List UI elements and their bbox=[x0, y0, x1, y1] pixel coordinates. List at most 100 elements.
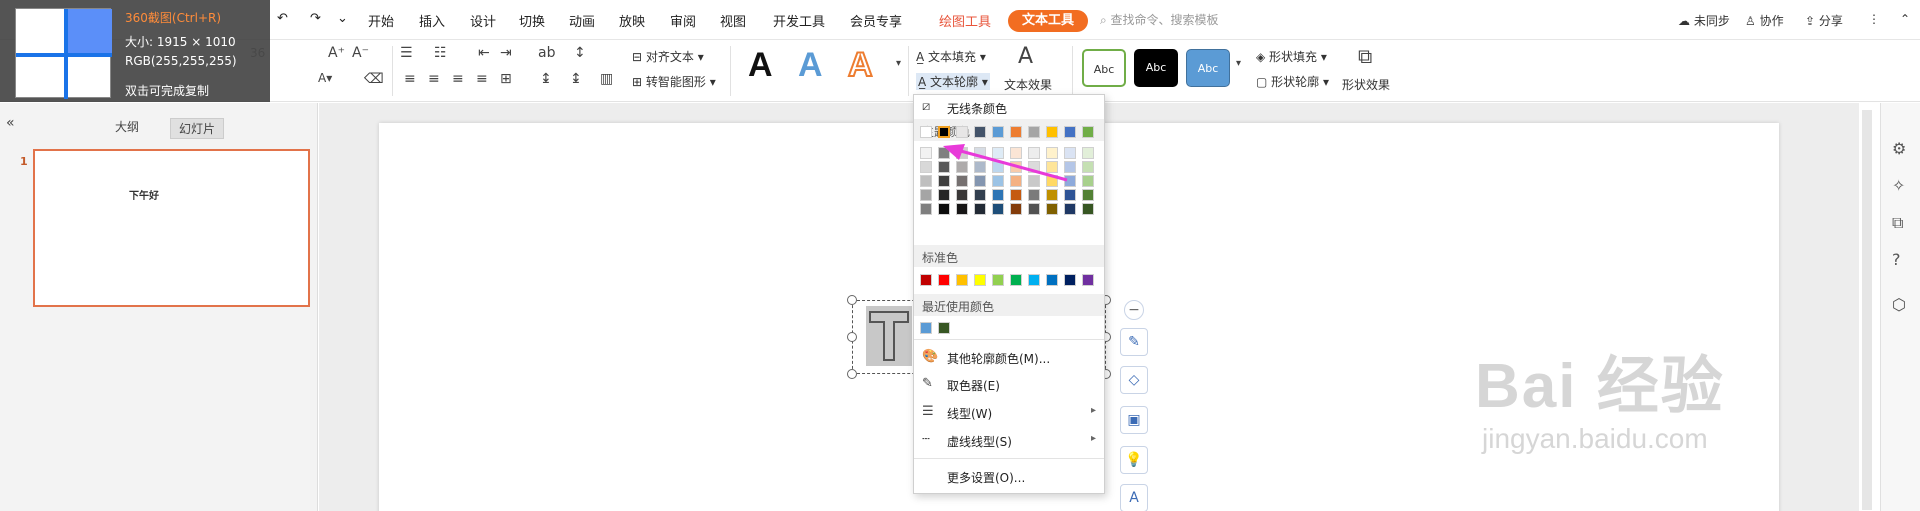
text-box-icon[interactable]: A bbox=[1120, 484, 1148, 511]
redo-icon[interactable]: ↷ bbox=[310, 11, 321, 26]
paragraph-spacing-icon[interactable]: ↨ bbox=[570, 71, 582, 87]
numbered-list-icon[interactable]: ☷ bbox=[434, 45, 447, 61]
standard-color-swatch[interactable] bbox=[1028, 274, 1040, 286]
theme-shade-swatch[interactable] bbox=[956, 203, 968, 215]
standard-color-swatch[interactable] bbox=[992, 274, 1004, 286]
theme-shade-swatch[interactable] bbox=[938, 203, 950, 215]
theme-shade-swatch[interactable] bbox=[920, 189, 932, 201]
theme-color-swatch[interactable] bbox=[974, 126, 986, 138]
sync-status[interactable]: ☁ 未同步 bbox=[1678, 12, 1730, 29]
font-color-icon[interactable]: A▾ bbox=[318, 71, 332, 85]
justify-icon[interactable]: ≡ bbox=[476, 71, 488, 87]
line-spacing-icon[interactable]: ↨ bbox=[540, 71, 552, 87]
theme-color-swatch[interactable] bbox=[1046, 126, 1058, 138]
theme-color-swatch[interactable] bbox=[938, 126, 950, 138]
help-icon[interactable]: ? bbox=[1892, 250, 1901, 269]
shrink-font-icon[interactable]: A⁻ bbox=[352, 45, 369, 61]
text-direction-icon[interactable]: ↕ bbox=[574, 45, 586, 61]
tab-insert[interactable]: 插入 bbox=[419, 11, 445, 30]
cube-icon[interactable]: ⬡ bbox=[1892, 295, 1906, 314]
tab-member[interactable]: 会员专享 bbox=[850, 11, 902, 30]
smart-shape-button[interactable]: ⊞ 转智能图形 ▾ bbox=[632, 73, 716, 90]
more-settings-option[interactable]: 更多设置(O)... bbox=[914, 464, 1104, 490]
resize-handle-nw[interactable] bbox=[847, 295, 857, 305]
collapse-ribbon-icon[interactable]: ⌃ bbox=[1900, 12, 1910, 26]
theme-shade-swatch[interactable] bbox=[1064, 203, 1076, 215]
theme-color-swatch[interactable] bbox=[1082, 126, 1094, 138]
text-style-more-icon[interactable]: ▾ bbox=[896, 58, 901, 69]
align-right-icon[interactable]: ≡ bbox=[452, 71, 464, 87]
tab-review[interactable]: 审阅 bbox=[670, 11, 696, 30]
theme-color-swatch[interactable] bbox=[1010, 126, 1022, 138]
undo-icon[interactable]: ↶ bbox=[277, 11, 288, 26]
text-effect-button[interactable]: 文本效果 bbox=[1004, 76, 1052, 93]
theme-shade-swatch[interactable] bbox=[974, 203, 986, 215]
text-style-orange-outline[interactable]: A bbox=[847, 45, 874, 85]
theme-color-swatch[interactable] bbox=[992, 126, 1004, 138]
more-outline-colors-option[interactable]: 🎨 其他轮廓颜色(M)... bbox=[914, 345, 1104, 371]
column-icon[interactable]: ▥ bbox=[600, 71, 613, 87]
decrease-indent-icon[interactable]: ⇤ bbox=[478, 45, 490, 61]
theme-shade-swatch[interactable] bbox=[956, 189, 968, 201]
standard-color-swatch[interactable] bbox=[1046, 274, 1058, 286]
shape-effect-button[interactable]: 形状效果 bbox=[1342, 76, 1390, 93]
share-button[interactable]: ⇪ 分享 bbox=[1805, 12, 1843, 29]
theme-shade-swatch[interactable] bbox=[974, 189, 986, 201]
theme-shade-swatch[interactable] bbox=[1064, 189, 1076, 201]
text-style-black[interactable]: A bbox=[748, 46, 773, 85]
theme-shade-swatch[interactable] bbox=[1010, 189, 1022, 201]
copy-icon[interactable]: ⧉ bbox=[1892, 213, 1903, 233]
vertical-scrollbar[interactable] bbox=[1862, 110, 1872, 510]
theme-shade-swatch[interactable] bbox=[1082, 203, 1094, 215]
shape-effect-icon[interactable]: ⧉ bbox=[1358, 44, 1372, 68]
standard-color-swatch[interactable] bbox=[1010, 274, 1022, 286]
theme-shade-swatch[interactable] bbox=[992, 203, 1004, 215]
tab-text-tools[interactable]: 文本工具 bbox=[1008, 10, 1089, 32]
align-left-icon[interactable]: ≡ bbox=[404, 71, 416, 87]
dash-style-option[interactable]: ┄ 虚线线型(S) ▸ bbox=[914, 428, 1104, 454]
lightbulb-icon[interactable]: 💡 bbox=[1120, 446, 1148, 474]
tab-developer[interactable]: 开发工具 bbox=[773, 11, 825, 30]
slide-thumbnail[interactable]: 下午好 bbox=[33, 149, 310, 307]
theme-shade-swatch[interactable] bbox=[1082, 189, 1094, 201]
theme-shade-swatch[interactable] bbox=[992, 189, 1004, 201]
collapse-panel-icon[interactable]: « bbox=[6, 115, 15, 131]
standard-color-swatch[interactable] bbox=[974, 274, 986, 286]
selected-text-object[interactable] bbox=[866, 306, 912, 366]
theme-shade-swatch[interactable] bbox=[1028, 203, 1040, 215]
grow-font-icon[interactable]: A⁺ bbox=[328, 45, 345, 61]
command-search[interactable]: ⌕ 查找命令、搜索模板 bbox=[1100, 11, 1219, 28]
eraser-icon[interactable]: ◇ bbox=[1120, 366, 1148, 394]
standard-color-swatch[interactable] bbox=[938, 274, 950, 286]
tab-transition[interactable]: 切换 bbox=[519, 11, 545, 30]
char-spacing-icon[interactable]: ab bbox=[538, 45, 555, 61]
tab-slideshow[interactable]: 放映 bbox=[619, 11, 645, 30]
more-menu-icon[interactable]: ⋮ bbox=[1868, 12, 1880, 26]
shape-fill-button[interactable]: ◈ 形状填充 ▾ bbox=[1256, 48, 1327, 65]
text-effect-icon[interactable]: A bbox=[1018, 44, 1033, 69]
text-outline-button[interactable]: A̲ 文本轮廓 ▾ bbox=[916, 73, 990, 90]
theme-shade-swatch[interactable] bbox=[1082, 161, 1094, 173]
text-fill-button[interactable]: A̲ 文本填充 ▾ bbox=[916, 48, 986, 65]
theme-shade-swatch[interactable] bbox=[920, 147, 932, 159]
theme-shade-swatch[interactable] bbox=[1082, 147, 1094, 159]
shape-style-2[interactable]: Abc bbox=[1134, 49, 1178, 87]
theme-shade-swatch[interactable] bbox=[920, 161, 932, 173]
resize-handle-sw[interactable] bbox=[847, 369, 857, 379]
theme-shade-swatch[interactable] bbox=[920, 203, 932, 215]
standard-color-swatch[interactable] bbox=[956, 274, 968, 286]
recent-color-swatch[interactable] bbox=[938, 322, 950, 334]
tab-design[interactable]: 设计 bbox=[470, 11, 496, 30]
theme-shade-swatch[interactable] bbox=[938, 189, 950, 201]
text-style-blue[interactable]: A bbox=[798, 46, 823, 85]
standard-color-swatch[interactable] bbox=[920, 274, 932, 286]
distribute-icon[interactable]: ⊞ bbox=[500, 71, 512, 87]
theme-color-swatch[interactable] bbox=[1028, 126, 1040, 138]
tab-home[interactable]: 开始 bbox=[368, 11, 394, 30]
shape-outline-button[interactable]: ▢ 形状轮廓 ▾ bbox=[1256, 73, 1329, 90]
clear-format-icon[interactable]: ⌫ bbox=[364, 71, 384, 87]
theme-shade-swatch[interactable] bbox=[1046, 203, 1058, 215]
collab-button[interactable]: ♙ 协作 bbox=[1745, 12, 1784, 29]
no-line-color-option[interactable]: ⧄ 无线条颜色 bbox=[914, 95, 1104, 121]
settings-sliders-icon[interactable]: ⚙ bbox=[1892, 139, 1906, 158]
